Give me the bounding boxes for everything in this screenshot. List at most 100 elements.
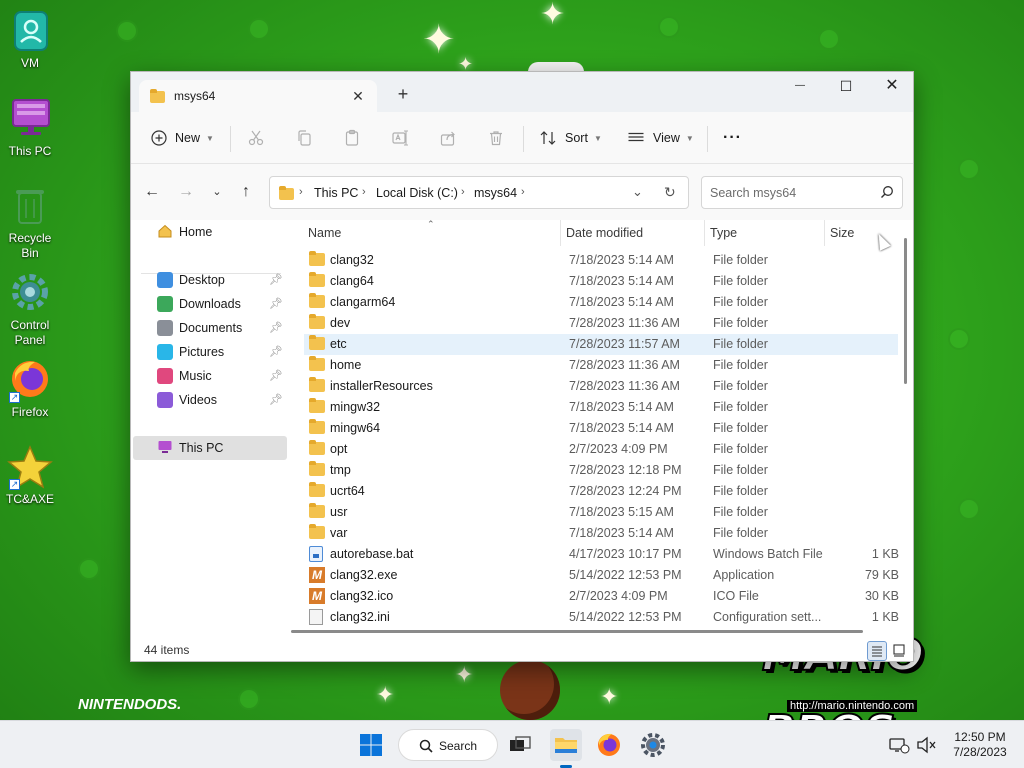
status-bar: 44 items <box>131 638 913 662</box>
table-row[interactable]: var 7/18/2023 5:14 AM File folder <box>304 523 898 544</box>
breadcrumb-this-pc[interactable]: This PC <box>314 186 358 200</box>
sort-icon <box>540 131 556 145</box>
address-bar[interactable]: › This PC › Local Disk (C:) › msys64 › ⌄… <box>269 176 689 209</box>
table-row[interactable]: clang32.ini 5/14/2022 12:53 PM Configurati… <box>304 607 899 628</box>
document-icon <box>157 320 173 336</box>
pin-icon: 📌︎ <box>269 274 283 286</box>
column-header-size[interactable]: Size <box>825 220 905 246</box>
sidebar-item-documents[interactable]: Documents 📌︎ <box>133 316 287 340</box>
sort-button[interactable]: Sort ▼ <box>539 124 602 152</box>
monitor-icon <box>157 439 173 458</box>
clock[interactable]: 12:50 PM 7/28/2023 <box>940 730 1020 760</box>
delete-button[interactable] <box>487 124 505 152</box>
table-row[interactable]: clang64 7/18/2023 5:14 AM File folder <box>304 271 898 292</box>
taskbar-firefox[interactable] <box>593 729 625 761</box>
sidebar-item-desktop[interactable]: Desktop 📌︎ <box>133 268 287 292</box>
file-type: File folder <box>713 484 768 498</box>
sidebar-item-music[interactable]: Music 📌︎ <box>133 364 287 388</box>
paste-button[interactable] <box>343 124 361 152</box>
view-button[interactable]: View ▼ <box>627 124 694 152</box>
taskbar-file-explorer[interactable] <box>550 729 582 761</box>
horizontal-scrollbar[interactable] <box>291 630 863 633</box>
clipboard-icon <box>345 129 359 146</box>
cut-button[interactable] <box>247 124 265 152</box>
network-tray-icon[interactable] <box>886 729 912 761</box>
rename-button[interactable] <box>391 124 409 152</box>
table-row[interactable]: clang32 7/18/2023 5:14 AM File folder <box>304 250 898 271</box>
sidebar-item-videos[interactable]: Videos 📌︎ <box>133 388 287 412</box>
column-label: Type <box>710 226 738 240</box>
title-bar[interactable]: msys64 ✕ + — ☐ ✕ <box>131 72 913 112</box>
volume-tray-icon[interactable] <box>914 729 938 761</box>
address-dropdown-button[interactable]: ⌄ <box>632 184 643 200</box>
music-icon <box>157 368 173 384</box>
recent-locations-button[interactable]: ⌄ <box>206 181 228 203</box>
column-header-name[interactable]: Name ⌃ <box>303 220 561 246</box>
minimize-button[interactable]: — <box>777 72 823 102</box>
desktop-icon-vm[interactable]: VM <box>2 8 58 71</box>
tab-close-button[interactable]: ✕ <box>348 86 368 106</box>
desktop-icon-firefox[interactable]: ↗ Firefox <box>2 357 58 420</box>
share-button[interactable] <box>439 124 457 152</box>
up-button[interactable]: ↑ <box>235 181 257 203</box>
table-row[interactable]: Mclang32.ico 2/7/2023 4:09 PM ICO File 30 K… <box>304 586 899 607</box>
column-header-type[interactable]: Type <box>705 220 825 246</box>
new-tab-button[interactable]: + <box>393 85 413 105</box>
tab-msys64[interactable]: msys64 ✕ <box>139 80 377 112</box>
table-row[interactable]: usr 7/18/2023 5:15 AM File folder <box>304 502 898 523</box>
table-row[interactable]: etc 7/28/2023 11:57 AM File folder <box>304 334 898 355</box>
firefox-icon: ↗ <box>7 357 53 403</box>
pin-icon: 📌︎ <box>269 394 283 406</box>
gear-icon <box>641 733 665 757</box>
taskbar-search[interactable]: Search <box>398 729 498 761</box>
table-row[interactable]: home 7/28/2023 11:36 AM File folder <box>304 355 898 376</box>
close-window-button[interactable]: ✕ <box>869 72 915 102</box>
table-row[interactable]: tmp 7/28/2023 12:18 PM File folder <box>304 460 898 481</box>
sidebar-item-home[interactable]: Home <box>133 220 287 244</box>
table-row[interactable]: installerResources 7/28/2023 11:36 AM File… <box>304 376 898 397</box>
maximize-button[interactable]: ☐ <box>823 72 869 102</box>
table-row[interactable]: autorebase.bat 4/17/2023 10:17 PM Windows … <box>304 544 899 565</box>
file-date: 5/14/2022 12:53 PM <box>569 568 682 582</box>
table-row[interactable]: ucrt64 7/28/2023 12:24 PM File folder <box>304 481 898 502</box>
vertical-scrollbar[interactable] <box>904 238 907 384</box>
table-row[interactable]: opt 2/7/2023 4:09 PM File folder <box>304 439 898 460</box>
breadcrumb-msys64[interactable]: msys64 <box>474 186 517 200</box>
desktop-icon-this-pc[interactable]: This PC <box>2 96 58 159</box>
desktop-icon-control-panel[interactable]: Control Panel <box>2 270 58 348</box>
table-row[interactable]: mingw64 7/18/2023 5:14 AM File folder <box>304 418 898 439</box>
task-view-button[interactable] <box>504 729 536 761</box>
copy-button[interactable] <box>295 124 313 152</box>
file-date: 7/18/2023 5:14 AM <box>569 526 674 540</box>
desktop-icon-tc-axe[interactable]: ↗ TC&AXE <box>2 444 58 507</box>
taskbar-search-label: Search <box>439 739 478 753</box>
folder-icon <box>309 524 325 541</box>
tiles-view-button[interactable] <box>890 641 910 661</box>
file-name: autorebase.bat <box>330 547 414 561</box>
refresh-icon[interactable]: ↻ <box>664 184 676 201</box>
sidebar-item-pictures[interactable]: Pictures 📌︎ <box>133 340 287 364</box>
view-label: View <box>653 131 680 145</box>
start-button[interactable] <box>355 729 387 761</box>
breadcrumb-local-disk[interactable]: Local Disk (C:) <box>376 186 458 200</box>
table-row[interactable]: mingw32 7/18/2023 5:14 AM File folder <box>304 397 898 418</box>
table-row[interactable]: clangarm64 7/18/2023 5:14 AM File folder <box>304 292 898 313</box>
table-row[interactable]: dev 7/28/2023 11:36 AM File folder <box>304 313 898 334</box>
file-name: clang32 <box>330 253 374 267</box>
sidebar-item-downloads[interactable]: Downloads 📌︎ <box>133 292 287 316</box>
back-button[interactable]: ← <box>141 181 163 203</box>
details-view-button[interactable] <box>867 641 887 661</box>
new-button[interactable]: New ▼ <box>151 124 214 152</box>
taskbar-settings[interactable] <box>637 729 669 761</box>
desktop-icon-recycle-bin[interactable]: Recycle Bin <box>2 183 58 261</box>
sidebar-item-label: This PC <box>179 441 224 455</box>
table-row[interactable]: Mclang32.exe 5/14/2022 12:53 PM Applicatio… <box>304 565 899 586</box>
more-options-button[interactable]: ··· <box>723 124 742 152</box>
search-box[interactable] <box>701 176 903 209</box>
column-header-date[interactable]: Date modified <box>561 220 705 246</box>
sidebar-item-this-pc[interactable]: This PC <box>133 436 287 460</box>
forward-button[interactable]: → <box>175 181 197 203</box>
search-input[interactable] <box>710 185 870 201</box>
search-icon[interactable] <box>880 185 894 202</box>
column-label: Name <box>308 226 342 240</box>
